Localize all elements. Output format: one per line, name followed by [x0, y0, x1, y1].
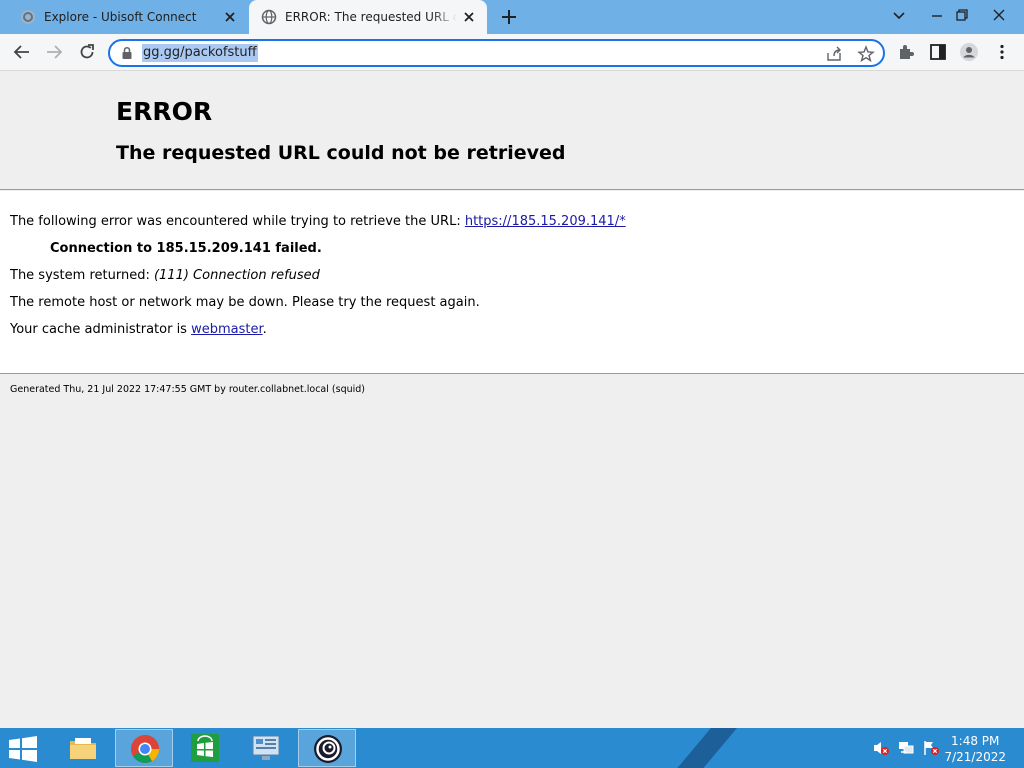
chrome-icon — [131, 735, 159, 763]
menu-kebab-icon[interactable] — [992, 42, 1012, 62]
tab-title: Explore - Ubisoft Connect — [44, 10, 197, 24]
taskbar-store[interactable] — [176, 729, 234, 767]
ubisoft-favicon-icon — [21, 10, 35, 24]
taskbar-decoration — [660, 728, 746, 768]
close-tab-icon[interactable] — [461, 9, 477, 25]
reload-icon[interactable] — [77, 42, 97, 62]
taskbar-chrome[interactable] — [115, 729, 173, 767]
tab-search-chevron-icon[interactable] — [888, 4, 910, 26]
taskbar-ubisoft-connect[interactable] — [298, 729, 356, 767]
restore-icon[interactable] — [951, 4, 973, 26]
error-intro-text: The following error was encountered whil… — [10, 214, 461, 229]
back-arrow-icon[interactable] — [12, 42, 32, 62]
lock-icon[interactable] — [120, 46, 134, 60]
taskbar-control-panel[interactable] — [237, 729, 295, 767]
close-tab-icon[interactable] — [222, 9, 238, 25]
network-icon[interactable] — [897, 740, 915, 756]
system-returned-label: The system returned: — [10, 268, 150, 283]
globe-icon — [261, 9, 277, 25]
system-clock[interactable]: 1:48 PM 7/21/2022 — [944, 733, 1006, 765]
cache-admin-suffix: . — [262, 322, 267, 337]
error-title: ERROR — [116, 97, 213, 126]
side-panel-icon[interactable] — [928, 42, 948, 62]
extensions-puzzle-icon[interactable] — [896, 42, 916, 62]
page-viewport: ERROR The requested URL could not be ret… — [0, 72, 1024, 728]
tab-ubisoft-connect[interactable]: Explore - Ubisoft Connect — [8, 0, 248, 34]
error-body: The following error was encountered whil… — [0, 191, 1024, 374]
new-tab-plus-icon[interactable] — [499, 7, 519, 27]
remote-host-message: The remote host or network may be down. … — [10, 295, 480, 310]
system-returned-value: (111) Connection refused — [153, 268, 320, 283]
url-text[interactable]: gg.gg/packofstuff — [142, 44, 258, 62]
close-window-icon[interactable] — [988, 4, 1010, 26]
minimize-icon[interactable] — [926, 4, 948, 26]
folder-icon — [70, 738, 96, 759]
webmaster-link[interactable]: webmaster — [191, 322, 263, 337]
bookmark-star-icon[interactable] — [857, 45, 875, 63]
windows-start-icon[interactable] — [8, 736, 38, 762]
error-subtitle: The requested URL could not be retrieved — [116, 142, 566, 164]
connection-failed-text: Connection to 185.15.209.141 failed. — [50, 241, 322, 256]
forward-arrow-icon[interactable] — [44, 42, 64, 62]
clock-time: 1:48 PM — [951, 734, 1000, 748]
clock-date: 7/21/2022 — [944, 750, 1006, 764]
browser-titlebar: Explore - Ubisoft Connect ERROR: The req… — [0, 0, 1024, 34]
share-icon[interactable] — [825, 45, 843, 63]
volume-muted-icon[interactable] — [872, 740, 890, 756]
generated-footer: Generated Thu, 21 Jul 2022 17:47:55 GMT … — [10, 384, 365, 395]
action-center-flag-icon[interactable] — [922, 740, 940, 756]
browser-toolbar: gg.gg/packofstuff — [0, 34, 1024, 71]
cache-admin-line: Your cache administrator is webmaster. — [10, 322, 267, 337]
system-returned-line: The system returned: (111) Connection re… — [10, 268, 320, 283]
error-intro-line: The following error was encountered whil… — [10, 214, 626, 229]
tab-title: ERROR: The requested URL could not be re… — [285, 10, 457, 24]
address-bar[interactable]: gg.gg/packofstuff — [108, 39, 885, 67]
windows-taskbar: 1:48 PM 7/21/2022 — [0, 728, 1024, 768]
store-icon — [191, 734, 219, 762]
tab-error-page[interactable]: ERROR: The requested URL could not be re… — [249, 0, 487, 34]
cache-admin-prefix: Your cache administrator is — [10, 322, 187, 337]
failed-url-link[interactable]: https://185.15.209.141/* — [465, 214, 626, 229]
ubisoft-logo-icon — [314, 735, 342, 763]
error-header: ERROR The requested URL could not be ret… — [0, 72, 1024, 190]
profile-avatar-icon[interactable] — [959, 42, 979, 62]
control-panel-icon — [252, 735, 280, 760]
taskbar-file-explorer[interactable] — [54, 729, 112, 767]
